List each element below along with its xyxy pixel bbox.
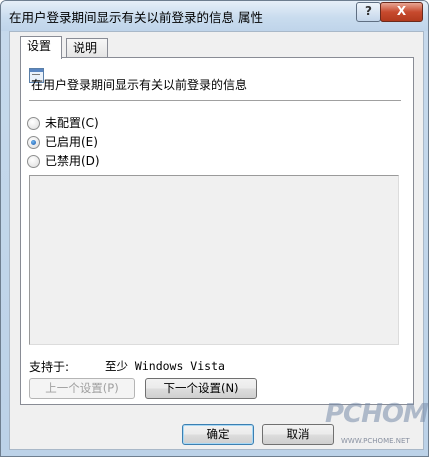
radio-disabled-button[interactable] (27, 155, 40, 168)
title-bar[interactable]: 在用户登录期间显示有关以前登录的信息 属性 ? X (1, 1, 428, 31)
settings-panel: 在用户登录期间显示有关以前登录的信息 未配置(C) 已启用(E) 已禁用(D) … (20, 57, 414, 405)
help-icon: ? (365, 4, 372, 18)
close-button[interactable]: X (380, 2, 423, 22)
radio-enabled-label[interactable]: 已启用(E) (45, 134, 98, 150)
close-icon: X (396, 4, 407, 18)
help-button[interactable]: ? (356, 2, 381, 22)
radio-disabled-label[interactable]: 已禁用(D) (45, 153, 100, 169)
radio-enabled-button[interactable] (27, 136, 40, 149)
tab-settings[interactable]: 设置 (20, 36, 62, 59)
divider (29, 100, 401, 102)
pchome-watermark-url: WWW.PCHOME.NET (341, 437, 410, 445)
properties-window: 在用户登录期间显示有关以前登录的信息 属性 ? X 设置 说明 在用户登录期间显… (0, 0, 429, 457)
next-setting-button[interactable]: 下一个设置(N) (145, 378, 257, 399)
supported-on-label: 支持于: (29, 360, 70, 374)
comment-box[interactable] (29, 175, 399, 345)
cancel-button[interactable]: 取消 (262, 424, 334, 445)
dialog-client-area: 设置 说明 在用户登录期间显示有关以前登录的信息 未配置(C) 已启用(E) 已… (9, 31, 424, 450)
ok-button[interactable]: 确定 (182, 424, 254, 445)
previous-setting-button[interactable]: 上一个设置(P) (29, 378, 135, 399)
radio-not-configured-button[interactable] (27, 117, 40, 130)
policy-name: 在用户登录期间显示有关以前登录的信息 (31, 78, 248, 92)
radio-not-configured-label[interactable]: 未配置(C) (45, 115, 99, 131)
supported-on-value: 至少 Windows Vista (105, 359, 225, 373)
window-title: 在用户登录期间显示有关以前登录的信息 属性 (9, 10, 263, 25)
tab-explain[interactable]: 说明 (66, 38, 108, 58)
